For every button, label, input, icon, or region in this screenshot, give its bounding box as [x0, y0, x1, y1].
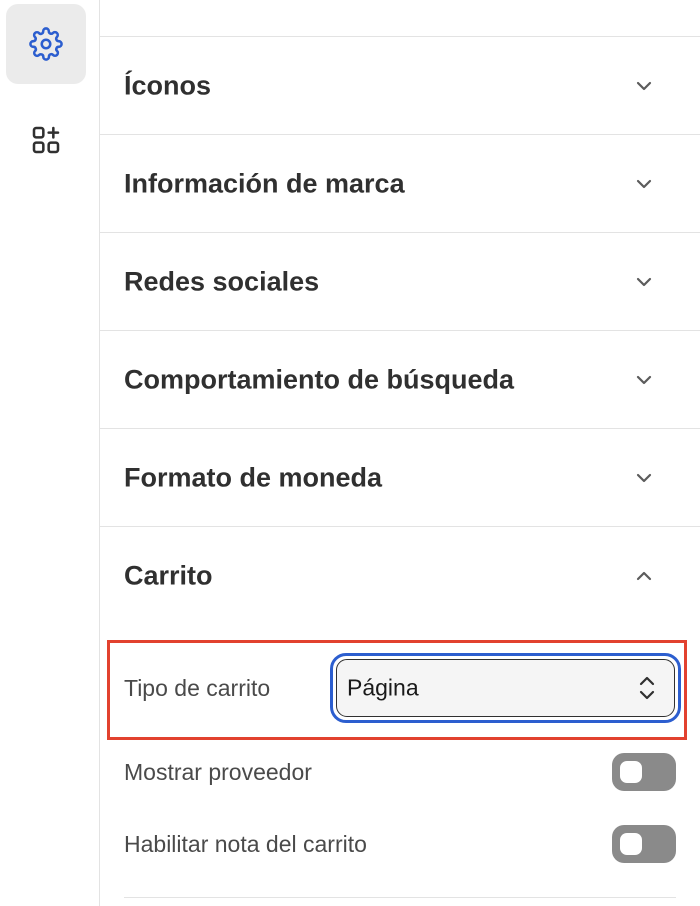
- chevron-down-icon: [636, 81, 652, 90]
- section-currency-format[interactable]: Formato de moneda: [100, 429, 700, 527]
- chevron-down-icon: [636, 473, 652, 482]
- toggle-knob: [620, 761, 642, 783]
- settings-gear-icon: [29, 27, 63, 61]
- section-title: Comportamiento de búsqueda: [124, 364, 515, 394]
- divider: [124, 897, 676, 898]
- section-title: Íconos: [124, 70, 212, 100]
- cart-note-toggle[interactable]: [612, 825, 676, 863]
- apps-add-icon: [32, 126, 60, 154]
- cart-type-label: Tipo de carrito: [124, 675, 271, 701]
- cart-type-select-box[interactable]: Página: [336, 659, 675, 717]
- section-brand-info[interactable]: Información de marca: [100, 135, 700, 233]
- show-vendor-label: Mostrar proveedor: [124, 759, 312, 785]
- select-caret-icon: [639, 676, 655, 700]
- section-title: Redes sociales: [124, 266, 320, 296]
- cart-type-select[interactable]: Página: [330, 653, 681, 723]
- chevron-up-icon: [636, 571, 652, 581]
- section-title: Carrito: [124, 560, 213, 591]
- chevron-down-icon: [636, 179, 652, 188]
- settings-nav-button[interactable]: [6, 4, 86, 84]
- cart-note-label: Habilitar nota del carrito: [124, 831, 367, 857]
- left-rail: [0, 0, 100, 906]
- section-social-media[interactable]: Redes sociales: [100, 233, 700, 331]
- chevron-down-icon: [636, 277, 652, 286]
- section-title: Información de marca: [124, 168, 405, 198]
- settings-panel: Íconos Información de marca Redes social…: [100, 0, 700, 906]
- toggle-knob: [620, 833, 642, 855]
- apps-nav-button[interactable]: [6, 100, 86, 180]
- section-cart[interactable]: Carrito: [100, 527, 700, 625]
- app: Íconos Información de marca Redes social…: [0, 0, 700, 906]
- section-title: Formato de moneda: [124, 462, 383, 492]
- chevron-down-icon: [636, 375, 652, 384]
- cart-type-value: Página: [347, 674, 419, 701]
- section-search-behavior[interactable]: Comportamiento de búsqueda: [100, 331, 700, 429]
- show-vendor-toggle[interactable]: [612, 753, 676, 791]
- section-icons[interactable]: Íconos: [100, 37, 700, 135]
